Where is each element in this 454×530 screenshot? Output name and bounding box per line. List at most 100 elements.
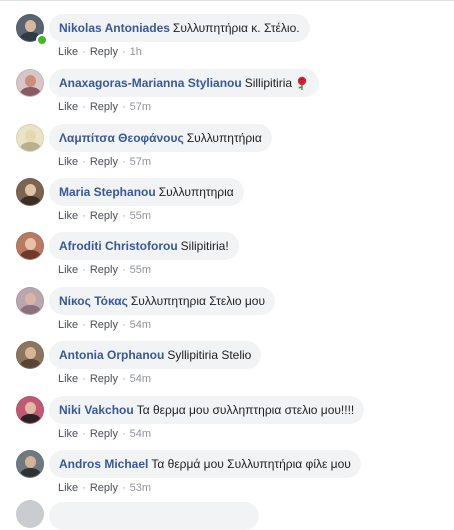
separator: ·	[121, 101, 126, 113]
reply-link[interactable]: Reply	[90, 101, 118, 113]
comment-bubble: Afroditi Christoforou Silipitiria!	[49, 232, 239, 260]
like-link[interactable]: Like	[58, 46, 78, 58]
comment-author-link[interactable]: Antonia Orphanou	[59, 348, 164, 362]
separator: ·	[82, 482, 86, 494]
comment-timestamp[interactable]: 53m	[130, 482, 151, 494]
comment-timestamp[interactable]: 54m	[130, 428, 151, 440]
separator: ·	[121, 482, 126, 494]
avatar[interactable]	[16, 232, 44, 260]
like-link[interactable]: Like	[58, 319, 78, 331]
separator: ·	[82, 156, 86, 168]
comment-actions: Like · Reply · 55m	[58, 264, 151, 276]
like-link[interactable]: Like	[58, 482, 78, 494]
reply-link[interactable]: Reply	[90, 428, 118, 440]
comment-text: Συλλυπητήρια	[186, 131, 262, 145]
online-status-icon	[36, 34, 48, 46]
separator: ·	[82, 319, 86, 331]
comment-bubble: Niki Vakchou Τα θερμα μου συλληπτηρια στε…	[49, 396, 365, 424]
comment: Antonia Orphanou Syllipitiria Stelio Like…	[0, 341, 454, 395]
comment-actions: Like · Reply · 54m	[58, 428, 151, 440]
comment-text: Συλλυπητήρια κ. Στέλιο.	[172, 21, 300, 35]
comment: Afroditi Christoforou Silipitiria! Like · R…	[0, 232, 454, 286]
reply-link[interactable]: Reply	[90, 210, 118, 222]
comment: Maria Stephanou Συλλυπητηρια Like · Reply · 5…	[0, 178, 454, 232]
reply-link[interactable]: Reply	[90, 482, 118, 494]
separator: ·	[121, 319, 126, 331]
separator: ·	[82, 264, 86, 276]
comment-actions: Like · Reply · 57m	[58, 101, 151, 113]
comment-author-link[interactable]: Niki Vakchou	[59, 403, 134, 417]
avatar[interactable]	[16, 500, 44, 528]
separator: ·	[121, 210, 126, 222]
reply-link[interactable]: Reply	[90, 264, 118, 276]
separator: ·	[82, 428, 86, 440]
avatar[interactable]	[16, 69, 44, 97]
comment-text: Τα θερμα μου συλληπτηρια στελιο μου!!!!	[136, 403, 355, 417]
comment-author-link[interactable]: Andros Michael	[59, 457, 148, 471]
avatar[interactable]	[16, 124, 44, 152]
comment-author-link[interactable]: Nikolas Antoniades	[59, 21, 170, 35]
like-link[interactable]: Like	[58, 156, 78, 168]
comment-author-link[interactable]: Maria Stephanou	[59, 185, 156, 199]
like-link[interactable]: Like	[58, 373, 78, 385]
comment: Nikolas Antoniades Συλλυπητήρια κ. Στέλιο…	[0, 14, 454, 68]
comment-actions: Like · Reply · 54m	[58, 373, 151, 385]
comment-actions: Like · Reply · 55m	[58, 210, 151, 222]
comment-actions: Like · Reply · 57m	[58, 156, 151, 168]
comment-bubble: Νίκος Τόκας Συλλυπητηρια Στελιο μου	[49, 287, 276, 315]
comment-bubble: Λαμπίτσα Θεοφάνους Συλλυπητήρια	[49, 124, 272, 152]
avatar[interactable]	[16, 396, 44, 424]
comment-timestamp[interactable]: 55m	[130, 264, 151, 276]
comment-bubble: Andros Michael Τα θερμά μου Συλλυπητήρια …	[49, 450, 361, 478]
avatar[interactable]	[16, 287, 44, 315]
separator: ·	[121, 428, 126, 440]
separator: ·	[82, 46, 86, 58]
separator: ·	[82, 373, 86, 385]
comment-timestamp[interactable]: 54m	[130, 373, 151, 385]
comment-bubble: Nikolas Antoniades Συλλυπητήρια κ. Στέλιο…	[49, 14, 310, 42]
rose-emoji-icon	[297, 76, 307, 90]
like-link[interactable]: Like	[58, 101, 78, 113]
reply-link[interactable]: Reply	[90, 319, 118, 331]
separator: ·	[121, 373, 126, 385]
comment-author-link[interactable]: Λαμπίτσα Θεοφάνους	[59, 131, 184, 145]
comment: Λαμπίτσα Θεοφάνους Συλλυπητήρια Like · Repl…	[0, 124, 454, 178]
comment-timestamp[interactable]: 1h	[130, 46, 142, 58]
avatar[interactable]	[16, 341, 44, 369]
comment-timestamp[interactable]: 54m	[130, 319, 151, 331]
avatar[interactable]	[16, 178, 44, 206]
comment: Niki Vakchou Τα θερμα μου συλληπτηρια στε…	[0, 396, 454, 450]
comment-timestamp[interactable]: 55m	[130, 210, 151, 222]
like-link[interactable]: Like	[58, 210, 78, 222]
separator: ·	[82, 210, 86, 222]
comment-bubble: Antonia Orphanou Syllipitiria Stelio	[49, 341, 262, 369]
comment-timestamp[interactable]: 57m	[130, 156, 151, 168]
comment-text: Sillipitiria	[244, 76, 293, 90]
top-divider	[0, 0, 454, 1]
comment: Anaxagoras-Marianna Stylianou Sillipitiri…	[0, 69, 454, 123]
separator: ·	[121, 264, 126, 276]
comment-text: Syllipitiria Stelio	[167, 348, 252, 362]
avatar[interactable]	[16, 450, 44, 478]
comment-actions: Like · Reply · 1h	[58, 46, 142, 58]
comment: Νίκος Τόκας Συλλυπητηρια Στελιο μου Like ·…	[0, 287, 454, 341]
comment-actions: Like · Reply · 54m	[58, 319, 151, 331]
like-link[interactable]: Like	[58, 264, 78, 276]
comment-text: Συλλυπητηρια Στελιο μου	[130, 294, 266, 308]
reply-link[interactable]: Reply	[90, 46, 118, 58]
separator: ·	[82, 101, 86, 113]
comment-author-link[interactable]: Afroditi Christoforou	[59, 239, 178, 253]
comment-text: Συλλυπητηρια	[158, 185, 234, 199]
separator: ·	[121, 46, 126, 58]
comment-author-link[interactable]: Anaxagoras-Marianna Stylianou	[59, 76, 242, 90]
like-link[interactable]: Like	[58, 428, 78, 440]
comment: Andros Michael Τα θερμά μου Συλλυπητήρια …	[0, 450, 454, 504]
comment-bubble: Anaxagoras-Marianna Stylianou Sillipitiri…	[49, 69, 320, 97]
comment-text: Τα θερμά μου Συλλυπητήρια φίλε μου	[151, 457, 351, 471]
reply-link[interactable]: Reply	[90, 373, 118, 385]
comment-timestamp[interactable]: 57m	[130, 101, 151, 113]
comment-text: Silipitiria!	[180, 239, 229, 253]
comment-bubble: Maria Stephanou Συλλυπητηρια	[49, 178, 244, 206]
reply-link[interactable]: Reply	[90, 156, 118, 168]
comment-author-link[interactable]: Νίκος Τόκας	[59, 294, 128, 308]
